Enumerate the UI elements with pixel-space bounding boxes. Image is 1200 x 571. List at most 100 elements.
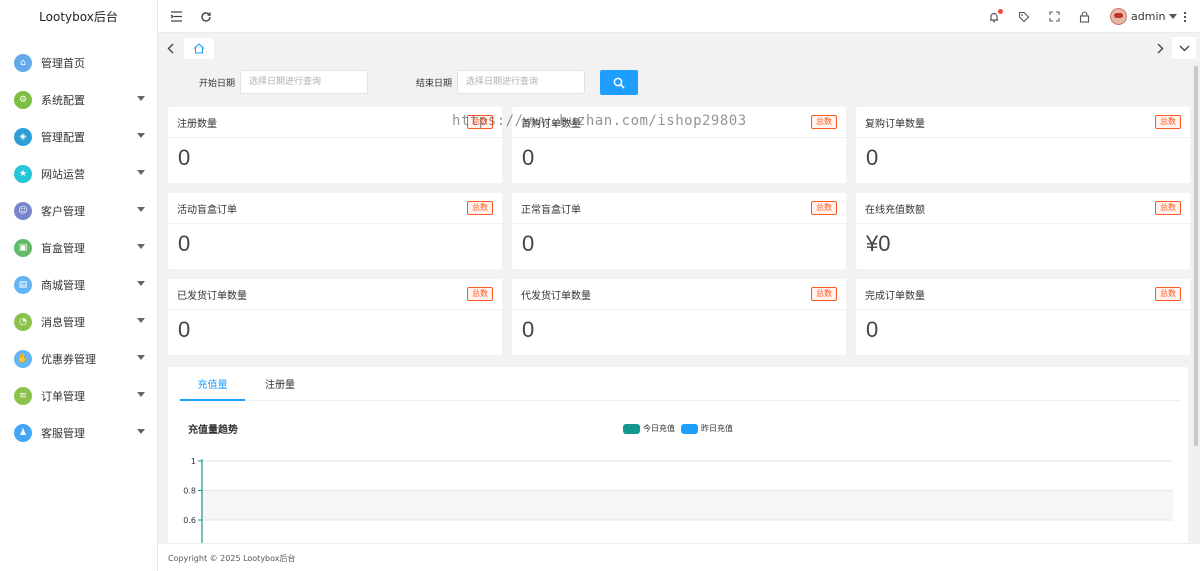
card-divider [168, 309, 502, 310]
card-divider [856, 223, 1190, 224]
card-title: 活动盲盒订单 [177, 205, 237, 216]
card-value: 0 [866, 145, 879, 170]
sidebar-menu: ⌂ 管理首页 ⚙ 系统配置 ◈ 管理配置 ★ 网站运营 ☺ 客户管理 ▣ 盲盒管理 ▤ 商城管理 ◔ 消息管理… [0, 44, 157, 451]
top-header: admin [158, 0, 1200, 33]
chevron-down-icon [137, 133, 145, 138]
user-icon: ☺ [14, 201, 32, 220]
card-title: 正常盲盒订单 [521, 205, 581, 216]
y-tick-label: 0.8 [183, 487, 196, 496]
chevron-down-icon [137, 96, 145, 101]
y-tick-label: 1 [191, 457, 196, 466]
sidebar-item-7[interactable]: ◔ 消息管理 [0, 303, 157, 340]
tabs-dropdown-button[interactable] [1172, 37, 1196, 59]
tab-recharge[interactable]: 充值量 [180, 373, 245, 401]
user-menu[interactable]: admin [1110, 0, 1178, 33]
card-divider [168, 223, 502, 224]
legend-swatch [623, 423, 640, 434]
card-divider [856, 309, 1190, 310]
stat-card: 活动盲盒订单 总数 0 [168, 193, 502, 269]
end-date-label: 结束日期 [416, 79, 453, 89]
date-filter: 开始日期 结束日期 [158, 69, 1192, 95]
card-divider [512, 309, 846, 310]
legend-item-yesterday[interactable]: 昨日充值 [681, 423, 733, 434]
total-badge: 总数 [811, 115, 837, 129]
app-logo-title: Lootybox后台 [39, 10, 118, 24]
stat-card: 代发货订单数量 总数 0 [512, 279, 846, 355]
sidebar-item-5[interactable]: ▣ 盲盒管理 [0, 229, 157, 266]
sidebar-item-label: 管理配置 [41, 130, 85, 144]
card-title: 在线充值数额 [865, 205, 925, 216]
sidebar-item-8[interactable]: ✋ 优惠券管理 [0, 340, 157, 377]
card-title: 注册数量 [177, 119, 217, 130]
card-divider [512, 137, 846, 138]
search-icon [613, 77, 625, 89]
card-value: 0 [178, 145, 191, 170]
chevron-down-icon [1169, 14, 1178, 19]
search-button[interactable] [600, 70, 638, 95]
chevron-down-icon [137, 170, 145, 175]
start-date-input[interactable] [240, 70, 368, 94]
order-icon: ≡ [14, 386, 32, 405]
more-vertical-icon[interactable] [1178, 0, 1192, 33]
card-value: 0 [522, 145, 535, 170]
sidebar-item-0[interactable]: ⌂ 管理首页 [0, 44, 157, 81]
footer: Copyright © 2025 Lootybox后台 [158, 543, 1200, 571]
chart-title: 充值量趋势 [188, 425, 238, 436]
card-title: 首购订单数量 [521, 119, 581, 130]
end-date-input[interactable] [457, 70, 585, 94]
recharge-trend-chart: 1 0.8 0.6 [183, 457, 1173, 543]
card-title: 代发货订单数量 [521, 291, 591, 302]
sidebar: Lootybox后台 ⌂ 管理首页 ⚙ 系统配置 ◈ 管理配置 ★ 网站运营 ☺ 客户管理 ▣ 盲盒管… [0, 0, 158, 571]
legend-item-today[interactable]: 今日充值 [623, 423, 675, 434]
footer-copyright: Copyright © 2025 Lootybox后台 [168, 554, 296, 563]
sidebar-item-4[interactable]: ☺ 客户管理 [0, 192, 157, 229]
notification-bell-icon[interactable] [984, 0, 1004, 33]
chevron-down-icon [137, 281, 145, 286]
main-content: 开始日期 结束日期 注册数量总数0首购订单数量总数0复购订单数量总数0活动盲盒订… [158, 63, 1192, 543]
total-badge: 总数 [467, 287, 493, 301]
refresh-icon[interactable] [196, 0, 216, 33]
tab-register[interactable]: 注册量 [250, 373, 310, 401]
sidebar-item-label: 管理首页 [41, 56, 85, 70]
fullscreen-icon[interactable] [1044, 0, 1064, 33]
sidebar-item-label: 盲盒管理 [41, 241, 85, 255]
tabs-next-icon[interactable] [1150, 38, 1170, 59]
chevron-down-icon [137, 392, 145, 397]
service-icon: ♟ [14, 423, 32, 442]
tabs-prev-icon[interactable] [160, 38, 180, 59]
card-value: 0 [178, 317, 191, 342]
chevron-down-icon [137, 429, 145, 434]
card-value: 0 [522, 231, 535, 256]
lock-icon[interactable] [1074, 0, 1094, 33]
tab-home[interactable] [184, 38, 214, 59]
sidebar-item-9[interactable]: ≡ 订单管理 [0, 377, 157, 414]
sidebar-item-6[interactable]: ▤ 商城管理 [0, 266, 157, 303]
chart-panel: 充值量 注册量 充值量趋势 今日充值 昨日充值 1 0.8 0.6 [168, 367, 1188, 543]
total-badge: 总数 [467, 115, 493, 129]
menu-collapse-icon[interactable] [166, 0, 186, 33]
chevron-down-icon [137, 244, 145, 249]
card-title: 已发货订单数量 [177, 291, 247, 302]
total-badge: 总数 [811, 287, 837, 301]
stat-card: 完成订单数量 总数 0 [856, 279, 1190, 355]
sidebar-item-2[interactable]: ◈ 管理配置 [0, 118, 157, 155]
sidebar-item-3[interactable]: ★ 网站运营 [0, 155, 157, 192]
bell-icon: ◔ [14, 312, 32, 331]
sidebar-item-label: 消息管理 [41, 315, 85, 329]
gear-icon: ⚙ [14, 90, 32, 109]
sidebar-item-1[interactable]: ⚙ 系统配置 [0, 81, 157, 118]
total-badge: 总数 [1155, 287, 1181, 301]
sidebar-item-label: 客服管理 [41, 426, 85, 440]
cart-icon: ▤ [14, 275, 32, 294]
stat-card: 复购订单数量 总数 0 [856, 107, 1190, 183]
card-divider [856, 137, 1190, 138]
sidebar-item-10[interactable]: ♟ 客服管理 [0, 414, 157, 451]
card-value: 0 [522, 317, 535, 342]
stat-card: 在线充值数额 总数 ¥0 [856, 193, 1190, 269]
scrollbar-thumb[interactable] [1194, 66, 1198, 446]
card-title: 完成订单数量 [865, 291, 925, 302]
chevron-down-icon [1179, 45, 1189, 51]
chart-legend: 今日充值 昨日充值 [623, 423, 739, 434]
y-tick-label: 0.6 [183, 516, 196, 525]
tag-icon[interactable] [1014, 0, 1034, 33]
